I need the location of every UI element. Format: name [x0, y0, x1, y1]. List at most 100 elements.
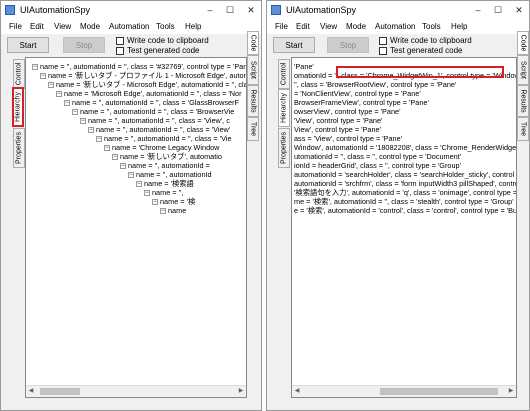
collapse-icon[interactable]: − [48, 82, 54, 89]
scroll-thumb[interactable] [40, 388, 80, 395]
menu-automation[interactable]: Automation [109, 22, 149, 31]
menu-edit[interactable]: Edit [30, 22, 44, 31]
collapse-icon[interactable]: − [152, 199, 158, 206]
tree-node[interactable]: − name = '', automationId = '', class = '… [64, 98, 239, 107]
tree-node[interactable]: utomationId = '', class = '', control ty… [294, 152, 461, 161]
menu-mode[interactable]: Mode [346, 22, 366, 31]
tab-code[interactable]: Code [247, 31, 259, 55]
collapse-icon[interactable]: − [80, 118, 86, 125]
tab-script[interactable]: Script [517, 55, 529, 85]
write-code-checkbox[interactable] [116, 37, 124, 45]
stop-button[interactable]: Stop [327, 37, 369, 53]
menu-tools[interactable]: Tools [156, 22, 175, 31]
maximize-button[interactable]: ☐ [491, 4, 505, 16]
tree-node[interactable]: View', control type = 'Pane' [294, 125, 381, 134]
collapse-icon[interactable]: − [144, 190, 150, 197]
tab-script[interactable]: Script [247, 55, 259, 85]
menu-automation[interactable]: Automation [375, 22, 415, 31]
menu-edit[interactable]: Edit [296, 22, 310, 31]
tree-node[interactable]: − name = '', [144, 188, 183, 197]
close-button[interactable]: ✕ [244, 4, 258, 16]
start-button[interactable]: Start [273, 37, 315, 53]
tree-node[interactable]: Window', automationId = '18082208', clas… [294, 143, 516, 152]
collapse-icon[interactable]: − [40, 73, 46, 80]
menu-view[interactable]: View [54, 22, 71, 31]
tree-node[interactable]: − name = '', automationId = '', class = '… [96, 134, 232, 143]
tab-tree[interactable]: Tree [517, 117, 529, 141]
tree-node[interactable]: owserView', control type = 'Pane' [294, 107, 400, 116]
tree-node[interactable]: − name = '', automationId [128, 170, 212, 179]
menu-view[interactable]: View [320, 22, 337, 31]
collapse-icon[interactable]: − [160, 208, 166, 215]
test-code-checkbox[interactable] [379, 47, 387, 55]
hierarchy-tree-view[interactable]: − name = '', automationId = '', class = '… [25, 57, 247, 398]
scroll-left-arrow[interactable]: ◀ [292, 386, 302, 397]
tab-results[interactable]: Results [517, 85, 529, 117]
tree-node[interactable]: '', class = 'BrowserRootView', control t… [294, 80, 456, 89]
scroll-thumb[interactable] [380, 388, 498, 395]
write-code-checkbox[interactable] [379, 37, 387, 45]
scroll-right-arrow[interactable]: ▶ [236, 386, 246, 397]
tree-node[interactable]: 'Pane' [294, 62, 314, 71]
tree-node[interactable]: BrowserFrameView', control type = 'Pane' [294, 98, 429, 107]
tree-node[interactable]: automationId = 'srchfrm', class = 'form … [294, 179, 516, 188]
tree-node[interactable]: − name = '', automationId = '', class = '… [72, 107, 234, 116]
title-bar[interactable]: UIAutomationSpy – ☐ ✕ [1, 1, 261, 20]
tree-node[interactable]: − name = '検索語 [136, 179, 194, 188]
horizontal-scrollbar[interactable]: ◀ ▶ [26, 385, 246, 397]
tree-node[interactable]: − name = '新しいタブ - プロファイル 1 - Microsoft Ed… [40, 71, 246, 80]
horizontal-scrollbar[interactable]: ◀ ▶ [292, 385, 516, 397]
menu-help[interactable]: Help [451, 22, 467, 31]
scroll-right-arrow[interactable]: ▶ [506, 386, 516, 397]
tree-node[interactable]: − name = '', automationId = '', class = '… [88, 125, 230, 134]
tree-node[interactable]: e = '検索', automationId = 'control', clas… [294, 206, 516, 215]
tree-node[interactable]: − name [160, 206, 186, 215]
tab-hierarchy[interactable]: Hierarchy [278, 89, 290, 127]
scroll-left-arrow[interactable]: ◀ [26, 386, 36, 397]
tree-node[interactable]: ass = 'View', control type = 'Pane' [294, 134, 402, 143]
maximize-button[interactable]: ☐ [223, 4, 237, 16]
collapse-icon[interactable]: − [96, 136, 102, 143]
collapse-icon[interactable]: − [128, 172, 134, 179]
menu-mode[interactable]: Mode [80, 22, 100, 31]
collapse-icon[interactable]: − [112, 154, 118, 161]
tree-node[interactable]: − name = '', automationId = '', class = '… [32, 62, 246, 71]
close-button[interactable]: ✕ [512, 4, 526, 16]
menu-file[interactable]: File [275, 22, 288, 31]
tree-node[interactable]: ionId = headerGrid', class = '', control… [294, 161, 461, 170]
tab-properties[interactable]: Properties [278, 128, 290, 168]
tree-node[interactable]: me = '検索', automationId = '', class = 's… [294, 197, 514, 206]
minimize-button[interactable]: – [471, 4, 485, 16]
tree-node[interactable]: − name = '', automationId = [120, 161, 210, 170]
collapse-icon[interactable]: − [56, 91, 62, 98]
tree-node[interactable]: − name = 'Chrome Legacy Window [104, 143, 219, 152]
tree-node[interactable]: '検索語句を入力', automationId = 'q', class = '… [294, 188, 516, 197]
tree-node[interactable]: = 'NonClientView', control type = 'Pane' [294, 89, 421, 98]
tab-results[interactable]: Results [247, 85, 259, 117]
tree-node[interactable]: − name = '新しいタブ', automatio [112, 152, 222, 161]
collapse-icon[interactable]: − [72, 109, 78, 116]
tab-properties[interactable]: Properties [13, 128, 25, 168]
test-code-checkbox[interactable] [116, 47, 124, 55]
collapse-icon[interactable]: − [136, 181, 142, 188]
tab-tree[interactable]: Tree [247, 117, 259, 141]
tab-hierarchy[interactable]: Hierarchy [12, 87, 24, 127]
stop-button[interactable]: Stop [63, 37, 105, 53]
tab-code[interactable]: Code [517, 31, 529, 55]
menu-file[interactable]: File [9, 22, 22, 31]
tree-node[interactable]: − name = '検 [152, 197, 195, 206]
tab-control[interactable]: Control [13, 59, 25, 89]
tree-node[interactable]: 'View', control type = 'Pane' [294, 116, 382, 125]
minimize-button[interactable]: – [203, 4, 217, 16]
tree-node[interactable]: automationId = 'searchHolder', class = '… [294, 170, 516, 179]
start-button[interactable]: Start [7, 37, 49, 53]
tree-node[interactable]: − name = '新しいタブ - Microsoft Edge', automa… [48, 80, 246, 89]
hierarchy-tree-view[interactable]: 'Pane' omationId = '', class = 'Chrome_Wi… [291, 57, 517, 398]
collapse-icon[interactable]: − [120, 163, 126, 170]
tree-node[interactable]: − name = 'Microsoft Edge', automationId =… [56, 89, 242, 98]
collapse-icon[interactable]: − [64, 100, 70, 107]
title-bar[interactable]: UIAutomationSpy – ☐ ✕ [267, 1, 529, 20]
collapse-icon[interactable]: − [88, 127, 94, 134]
collapse-icon[interactable]: − [104, 145, 110, 152]
tab-control[interactable]: Control [278, 59, 290, 89]
